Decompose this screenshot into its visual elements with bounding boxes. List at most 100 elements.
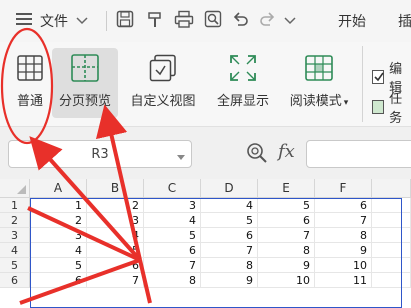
- full-screen-label: 全屏显示: [216, 94, 269, 109]
- custom-view-icon: [149, 50, 177, 86]
- cell-overflow[interactable]: [372, 273, 411, 288]
- select-all-corner[interactable]: [0, 179, 30, 198]
- cell-F2[interactable]: 7: [315, 213, 372, 228]
- view-ribbon: 普通 分页预览 自定义视图 全屏显示 阅读模式 ▾ 编辑 任务: [0, 42, 411, 127]
- page-break-icon: [71, 50, 99, 86]
- hamburger-icon: [16, 12, 32, 30]
- column-header-D[interactable]: D: [201, 179, 258, 198]
- row-header-4[interactable]: 4: [0, 243, 30, 258]
- custom-view-button[interactable]: 自定义视图: [124, 50, 202, 116]
- reading-mode-button[interactable]: 阅读模式 ▾: [282, 50, 356, 116]
- cell-overflow[interactable]: [372, 243, 411, 258]
- cell-C1[interactable]: 3: [144, 198, 201, 213]
- normal-view-label: 普通: [16, 94, 43, 109]
- file-menu[interactable]: 文件: [16, 8, 88, 34]
- column-header-B[interactable]: B: [87, 179, 144, 198]
- column-header-C[interactable]: C: [144, 179, 201, 198]
- chevron-down-icon: [284, 13, 296, 29]
- save-button[interactable]: [116, 8, 134, 34]
- cell-D3[interactable]: 6: [201, 228, 258, 243]
- redo-button[interactable]: [258, 8, 276, 34]
- reading-mode-text: 阅读模式: [289, 94, 342, 109]
- column-header-E[interactable]: E: [258, 179, 315, 198]
- cell-C4[interactable]: 6: [144, 243, 201, 258]
- ribbon-divider: [362, 46, 363, 122]
- cell-A6[interactable]: 6: [30, 273, 87, 288]
- task-pane-checkbox[interactable]: 任务: [372, 88, 411, 126]
- cell-D6[interactable]: 9: [201, 273, 258, 288]
- cell-E2[interactable]: 6: [258, 213, 315, 228]
- cell-D5[interactable]: 8: [201, 258, 258, 273]
- full-screen-button[interactable]: 全屏显示: [210, 50, 276, 116]
- cell-overflow[interactable]: [372, 228, 411, 243]
- cell-E6[interactable]: 10: [258, 273, 315, 288]
- cell-D2[interactable]: 5: [201, 213, 258, 228]
- column-header-F[interactable]: F: [315, 179, 372, 198]
- printer-icon: [174, 10, 194, 32]
- page-break-preview-button[interactable]: 分页预览: [52, 48, 118, 118]
- print-button[interactable]: [174, 8, 194, 34]
- checkbox-icon: [372, 100, 385, 114]
- print-preview-button[interactable]: [204, 8, 222, 34]
- cell-F1[interactable]: 6: [315, 198, 372, 213]
- cell-B4[interactable]: 5: [87, 243, 144, 258]
- expand-icon: [229, 50, 257, 86]
- cell-E4[interactable]: 8: [258, 243, 315, 258]
- dropdown-caret-icon: ▾: [343, 98, 349, 108]
- cell-E1[interactable]: 5: [258, 198, 315, 213]
- cell-B3[interactable]: 4: [87, 228, 144, 243]
- cell-B1[interactable]: 2: [87, 198, 144, 213]
- cell-E5[interactable]: 9: [258, 258, 315, 273]
- format-painter-button[interactable]: [146, 8, 164, 34]
- cell-overflow[interactable]: [372, 213, 411, 228]
- custom-view-label: 自定义视图: [130, 94, 196, 109]
- insert-function-button[interactable]: fx: [278, 141, 295, 162]
- toolbar-divider: [106, 11, 107, 31]
- row-header-1[interactable]: 1: [0, 198, 30, 213]
- cell-A5[interactable]: 5: [30, 258, 87, 273]
- normal-view-button[interactable]: 普通: [8, 50, 52, 116]
- row-header-6[interactable]: 6: [0, 273, 30, 288]
- cell-F6[interactable]: 11: [315, 273, 372, 288]
- cell-E3[interactable]: 7: [258, 228, 315, 243]
- cell-A2[interactable]: 2: [30, 213, 87, 228]
- formula-input[interactable]: [306, 140, 411, 168]
- reading-mode-label: 阅读模式 ▾: [290, 90, 349, 109]
- cell-B2[interactable]: 3: [87, 213, 144, 228]
- zoom-search-icon: [246, 143, 268, 168]
- cell-A1[interactable]: 1: [30, 198, 87, 213]
- cell-F5[interactable]: 10: [315, 258, 372, 273]
- row-header-3[interactable]: 3: [0, 228, 30, 243]
- cell-C6[interactable]: 8: [144, 273, 201, 288]
- column-header-A[interactable]: A: [30, 179, 87, 198]
- tab-insert[interactable]: 插: [398, 8, 411, 34]
- name-box[interactable]: R3: [8, 140, 192, 168]
- more-chevron-button[interactable]: [284, 8, 296, 34]
- chevron-down-icon: [177, 150, 185, 165]
- tab-start[interactable]: 开始: [338, 8, 366, 34]
- find-function-button[interactable]: [246, 142, 268, 168]
- row-header-2[interactable]: 2: [0, 213, 30, 228]
- cell-A3[interactable]: 3: [30, 228, 87, 243]
- format-painter-icon: [146, 10, 164, 32]
- column-header-overflow[interactable]: [372, 179, 411, 198]
- cell-F3[interactable]: 8: [315, 228, 372, 243]
- row-header-5[interactable]: 5: [0, 258, 30, 273]
- cell-D4[interactable]: 7: [201, 243, 258, 258]
- cell-C2[interactable]: 4: [144, 213, 201, 228]
- cell-F4[interactable]: 9: [315, 243, 372, 258]
- cell-D1[interactable]: 4: [201, 198, 258, 213]
- cell-overflow[interactable]: [372, 258, 411, 273]
- cell-B5[interactable]: 6: [87, 258, 144, 273]
- checkbox-checked-icon: [372, 70, 385, 84]
- cell-A4[interactable]: 4: [30, 243, 87, 258]
- cell-C3[interactable]: 5: [144, 228, 201, 243]
- spreadsheet-grid: ABCDEF1123456223456733456784456789556789…: [0, 179, 411, 308]
- cell-overflow[interactable]: [372, 198, 411, 213]
- cell-B6[interactable]: 7: [87, 273, 144, 288]
- cell-C5[interactable]: 7: [144, 258, 201, 273]
- undo-button[interactable]: [232, 8, 250, 34]
- save-icon: [116, 10, 134, 32]
- formula-bar: R3 fx: [0, 127, 411, 180]
- corner-triangle-icon: [17, 185, 26, 194]
